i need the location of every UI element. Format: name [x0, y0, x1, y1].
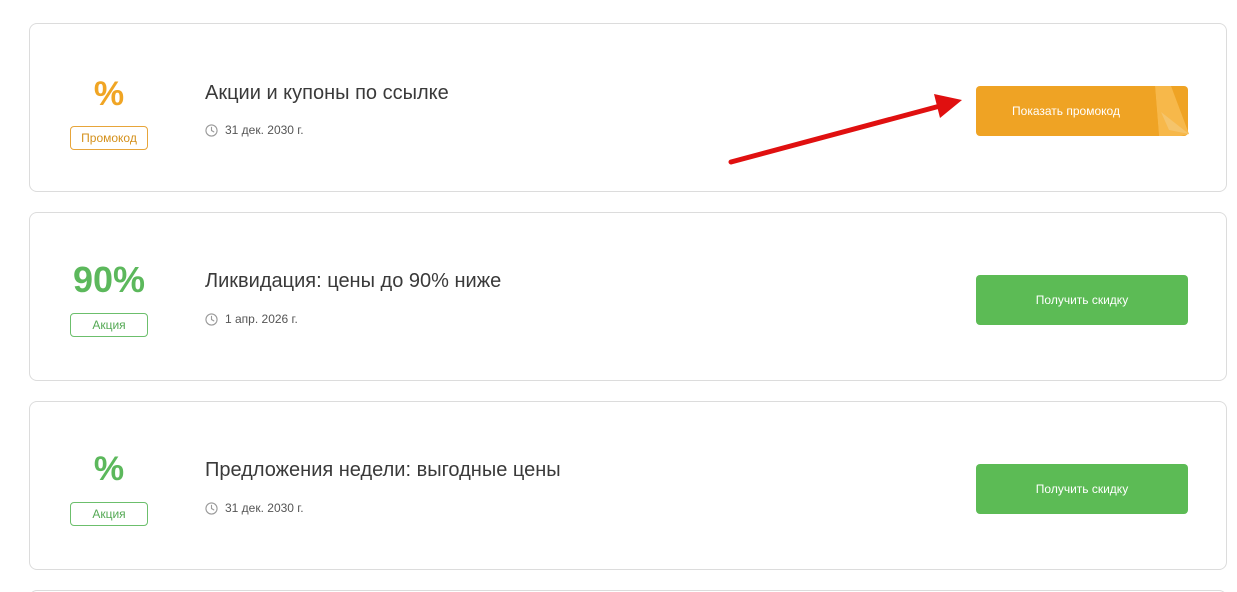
offer-expiry-date: 31 дек. 2030 г.	[225, 123, 304, 137]
offer-expiry-date: 1 апр. 2026 г.	[225, 312, 298, 326]
offer-title[interactable]: Предложения недели: выгодные цены	[205, 459, 561, 482]
offer-value: 90%	[72, 259, 146, 300]
offer-type-tag: Акция	[70, 313, 148, 337]
offer-value: %	[93, 75, 125, 113]
offer-expiry-date: 31 дек. 2030 г.	[225, 501, 304, 515]
show-promo-code-label: Показать промокод	[1012, 104, 1120, 118]
offer-value: %	[93, 450, 125, 488]
offer-badge: % Промокод	[70, 24, 148, 191]
folded-corner-icon	[1149, 86, 1189, 136]
offer-card-promo-code: % Промокод Акции и купоны по ссылке 31 д…	[29, 23, 1227, 192]
offer-card-liquidation: 90% Акция Ликвидация: цены до 90% ниже 1…	[29, 212, 1227, 381]
clock-icon	[205, 123, 218, 137]
offer-title[interactable]: Ликвидация: цены до 90% ниже	[205, 270, 501, 293]
offer-expiry: 31 дек. 2030 г.	[205, 501, 304, 515]
offer-type-tag: Промокод	[70, 126, 148, 150]
clock-icon	[205, 312, 218, 326]
offer-badge: 90% Акция	[70, 213, 148, 380]
clock-icon	[205, 501, 218, 515]
get-discount-button[interactable]: Получить скидку	[976, 464, 1188, 514]
show-promo-code-button[interactable]: Показать промокод	[976, 86, 1189, 136]
offer-expiry: 31 дек. 2030 г.	[205, 123, 304, 137]
offer-title[interactable]: Акции и купоны по ссылке	[205, 82, 449, 105]
offer-type-tag: Акция	[70, 502, 148, 526]
offer-expiry: 1 апр. 2026 г.	[205, 312, 298, 326]
offers-page: % Промокод Акции и купоны по ссылке 31 д…	[0, 0, 1237, 592]
offer-badge: % Акция	[70, 402, 148, 569]
offer-card-weekly-deals: % Акция Предложения недели: выгодные цен…	[29, 401, 1227, 570]
get-discount-button[interactable]: Получить скидку	[976, 275, 1188, 325]
